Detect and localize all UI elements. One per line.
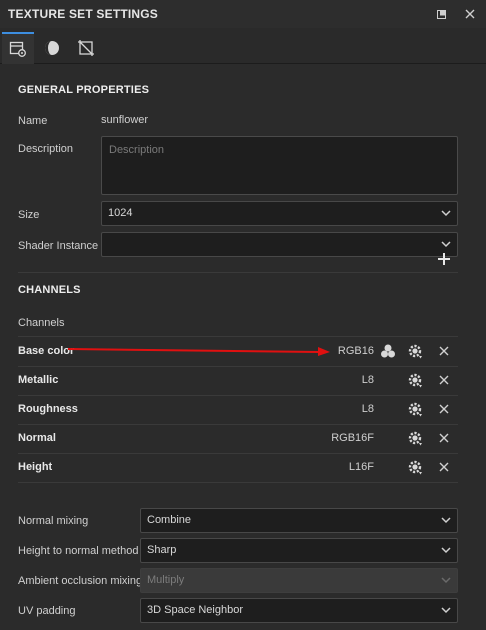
uv-padding-select[interactable]: 3D Space Neighbor bbox=[140, 598, 458, 623]
chevron-down-icon bbox=[441, 517, 451, 524]
remove-channel-icon[interactable] bbox=[436, 430, 452, 446]
height-to-normal-select[interactable]: Sharp bbox=[140, 538, 458, 563]
remove-channel-icon[interactable] bbox=[436, 401, 452, 417]
color-channels-icon[interactable] bbox=[380, 343, 396, 359]
ao-mixing-value: Multiply bbox=[147, 574, 185, 586]
settings-gear-icon[interactable] bbox=[408, 401, 424, 417]
panel-content: GENERAL PROPERTIES Name sunflower Descri… bbox=[0, 64, 486, 630]
tab-texture-set-settings[interactable] bbox=[2, 32, 34, 64]
settings-gear-icon[interactable] bbox=[408, 430, 424, 446]
normal-mixing-label: Normal mixing bbox=[18, 515, 89, 527]
chevron-down-icon bbox=[441, 577, 451, 584]
remove-channel-icon[interactable] bbox=[436, 459, 452, 475]
chevron-down-icon bbox=[441, 241, 451, 248]
crop-frame-icon bbox=[78, 40, 94, 56]
channel-format[interactable]: L8 bbox=[362, 374, 374, 386]
description-field[interactable]: Description bbox=[101, 136, 458, 195]
channel-format[interactable]: RGB16F bbox=[331, 432, 374, 444]
normal-mixing-value: Combine bbox=[147, 514, 192, 526]
height-to-normal-value: Sharp bbox=[147, 544, 177, 556]
size-select[interactable]: 1024 bbox=[101, 201, 458, 226]
panel-title: TEXTURE SET SETTINGS bbox=[8, 7, 159, 21]
chevron-down-icon bbox=[441, 210, 451, 217]
description-label: Description bbox=[18, 143, 74, 155]
name-value[interactable]: sunflower bbox=[101, 114, 148, 126]
divider bbox=[18, 482, 458, 483]
settings-gear-icon[interactable] bbox=[408, 343, 424, 359]
remove-channel-icon[interactable] bbox=[436, 372, 452, 388]
material-sphere-icon bbox=[45, 41, 59, 55]
channels-list-label: Channels bbox=[18, 317, 65, 329]
channel-row-roughness[interactable]: Roughness L8 bbox=[0, 395, 486, 424]
description-placeholder: Description bbox=[109, 144, 165, 156]
chevron-down-icon bbox=[441, 547, 451, 554]
shader-instance-select[interactable] bbox=[101, 232, 458, 257]
channel-name: Height bbox=[18, 461, 53, 473]
chevron-down-icon bbox=[441, 607, 451, 614]
channel-format[interactable]: L8 bbox=[362, 403, 374, 415]
channel-row-height[interactable]: Height L16F bbox=[0, 453, 486, 482]
close-icon[interactable] bbox=[462, 6, 478, 22]
tab-materials[interactable] bbox=[36, 32, 68, 64]
annotation-arrow bbox=[68, 347, 330, 356]
channel-format[interactable]: L16F bbox=[349, 461, 374, 473]
settings-gear-icon[interactable] bbox=[408, 372, 424, 388]
channel-row-metallic[interactable]: Metallic L8 bbox=[0, 366, 486, 395]
panel-titlebar: TEXTURE SET SETTINGS bbox=[0, 0, 486, 28]
channel-name: Roughness bbox=[18, 403, 78, 415]
general-properties-heading: GENERAL PROPERTIES bbox=[18, 84, 150, 96]
channel-name: Base color bbox=[18, 345, 75, 357]
remove-channel-icon[interactable] bbox=[436, 343, 452, 359]
channels-heading: CHANNELS bbox=[18, 284, 81, 296]
undock-icon[interactable] bbox=[434, 6, 450, 22]
name-label: Name bbox=[18, 115, 48, 127]
texture-set-settings-icon bbox=[9, 41, 26, 57]
add-channel-icon[interactable] bbox=[437, 252, 451, 266]
ao-mixing-label: Ambient occlusion mixing bbox=[18, 575, 143, 587]
height-to-normal-label: Height to normal method bbox=[18, 545, 139, 557]
ao-mixing-select: Multiply bbox=[140, 568, 458, 593]
uv-padding-value: 3D Space Neighbor bbox=[147, 604, 244, 616]
normal-mixing-select[interactable]: Combine bbox=[140, 508, 458, 533]
shader-instance-label: Shader Instance bbox=[18, 240, 99, 252]
uv-padding-label: UV padding bbox=[18, 605, 76, 617]
tab-uv-crop[interactable] bbox=[70, 32, 102, 64]
settings-gear-icon[interactable] bbox=[408, 459, 424, 475]
divider bbox=[18, 272, 458, 273]
size-label: Size bbox=[18, 209, 40, 221]
channel-row-normal[interactable]: Normal RGB16F bbox=[0, 424, 486, 453]
panel-tabs bbox=[0, 28, 486, 64]
channel-name: Normal bbox=[18, 432, 56, 444]
channel-format[interactable]: RGB16 bbox=[338, 345, 374, 357]
size-value: 1024 bbox=[108, 207, 133, 219]
channel-name: Metallic bbox=[18, 374, 59, 386]
